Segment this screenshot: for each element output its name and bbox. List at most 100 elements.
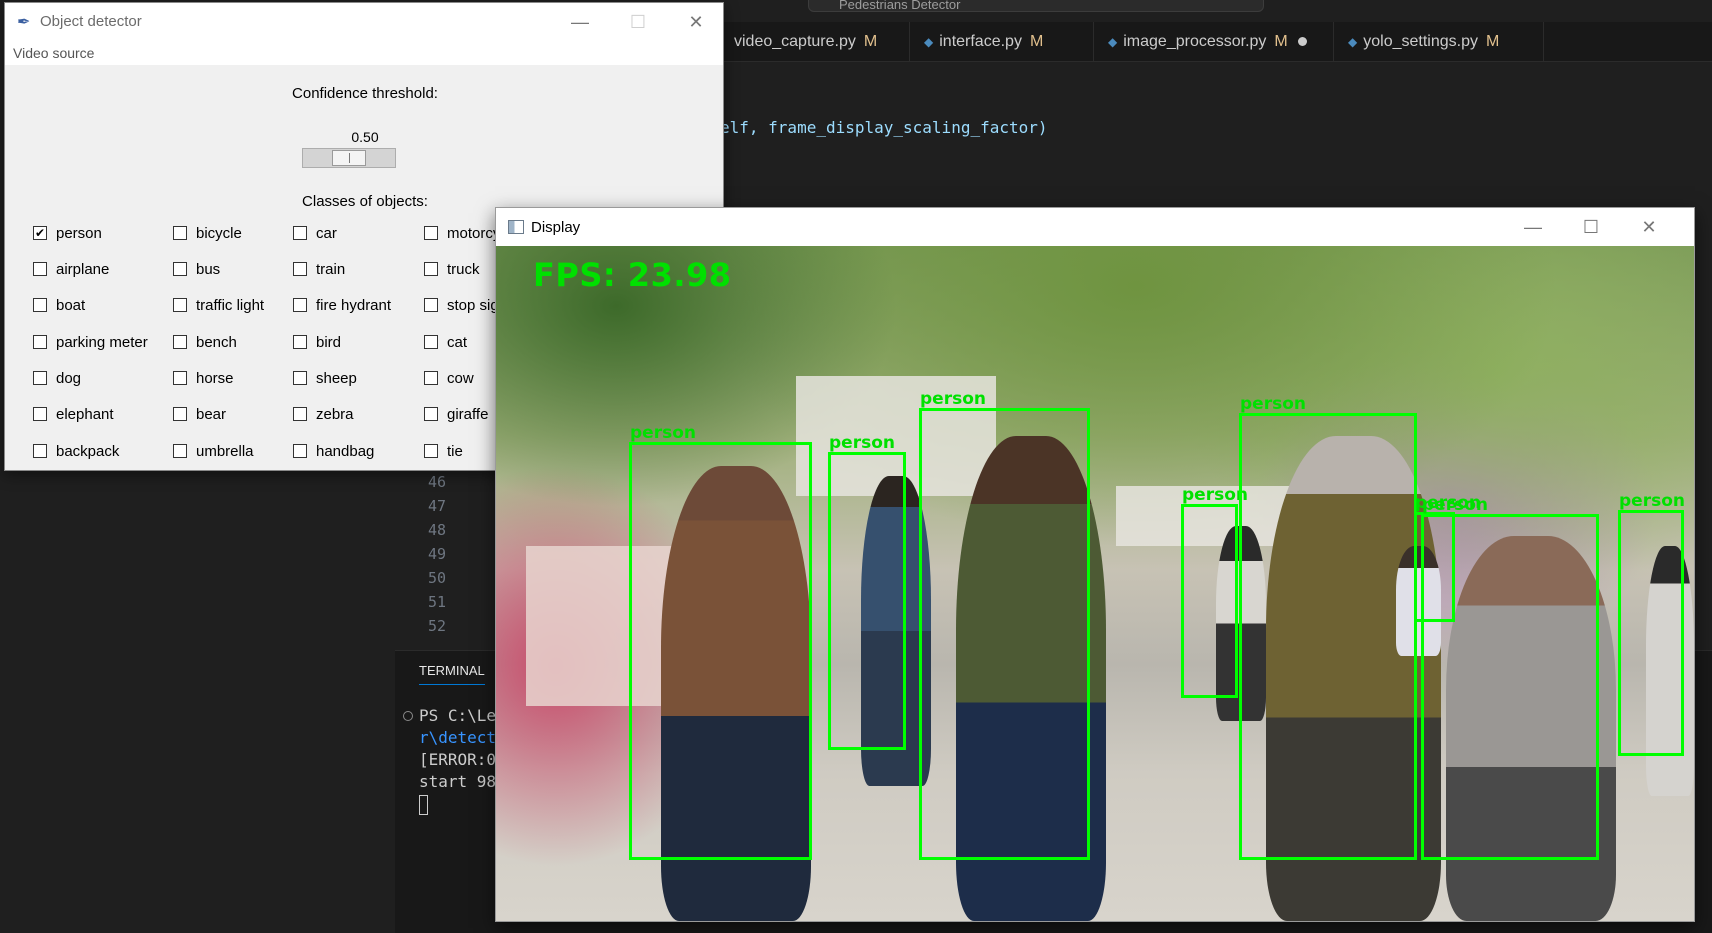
minimize-button[interactable]: — xyxy=(1504,208,1562,246)
display-window: Display — ☐ ✕ FPS: 23.98 person person p… xyxy=(495,207,1695,922)
checkbox[interactable] xyxy=(33,262,47,276)
checkbox[interactable] xyxy=(293,371,307,385)
terminal-line: r\detecto xyxy=(419,728,506,747)
checkbox[interactable] xyxy=(173,226,187,240)
checkbox[interactable] xyxy=(173,444,187,458)
tab-image-processor[interactable]: ◆ image_processor.py M xyxy=(1094,22,1334,62)
code-line: elf, frame_display_scaling_factor) xyxy=(720,118,1048,137)
detection-box: person xyxy=(629,423,812,860)
checkbox[interactable] xyxy=(293,298,307,312)
menu-video-source[interactable]: Video source xyxy=(13,45,94,61)
checkbox[interactable] xyxy=(33,407,47,421)
tab-video-capture[interactable]: video_capture.py M xyxy=(720,22,910,62)
checkbox-label: bear xyxy=(196,406,227,423)
checkbox[interactable] xyxy=(173,298,187,312)
terminal-line: [ERROR:0@ xyxy=(419,750,506,769)
checkbox[interactable] xyxy=(424,407,438,421)
minimize-icon: — xyxy=(1524,217,1542,237)
checkbox[interactable] xyxy=(424,444,438,458)
checkbox-label: stop sig xyxy=(447,297,499,314)
tab-interface[interactable]: ◆ interface.py M xyxy=(910,22,1094,62)
terminal-status-icon xyxy=(403,711,413,721)
checkbox[interactable] xyxy=(173,371,187,385)
window-title: Object detector xyxy=(40,13,142,30)
display-titlebar[interactable]: Display — ☐ ✕ xyxy=(496,208,1694,246)
checkbox[interactable] xyxy=(173,262,187,276)
editor-tabs: video_capture.py M ◆ interface.py M ◆ image_… xyxy=(720,22,1712,62)
line-number: 52 xyxy=(428,617,447,635)
terminal-cursor xyxy=(419,794,428,815)
close-button[interactable]: ✕ xyxy=(667,3,725,41)
checkbox[interactable] xyxy=(173,335,187,349)
detector-titlebar[interactable]: ✒ Object detector — ☐ ✕ xyxy=(5,3,723,41)
checkbox[interactable] xyxy=(424,371,438,385)
checkbox[interactable] xyxy=(424,262,438,276)
tab-yolo-settings[interactable]: ◆ yolo_settings.py M xyxy=(1334,22,1544,62)
close-icon: ✕ xyxy=(1641,217,1657,237)
checkbox-label: elephant xyxy=(56,406,114,423)
detection-label: person xyxy=(630,423,696,443)
checkbox[interactable] xyxy=(293,444,307,458)
checkbox-label: cat xyxy=(447,334,468,351)
checkbox-label: giraffe xyxy=(447,406,489,423)
terminal-line: start 985 xyxy=(419,772,506,791)
feather-icon: ✒ xyxy=(17,14,31,31)
checkbox-label: handbag xyxy=(316,443,375,460)
tab-label: yolo_settings.py xyxy=(1363,33,1478,50)
detection-box: person xyxy=(1181,485,1248,698)
menu-bar: Video source xyxy=(5,41,723,65)
detection-box: person xyxy=(1421,495,1599,860)
maximize-button[interactable]: ☐ xyxy=(1562,208,1620,246)
maximize-icon: ☐ xyxy=(629,12,647,32)
minimize-button[interactable]: — xyxy=(551,3,609,41)
line-number: 47 xyxy=(428,497,447,515)
checkbox-label: boat xyxy=(56,297,86,314)
tab-terminal[interactable]: TERMINAL xyxy=(419,663,485,685)
line-number: 50 xyxy=(428,569,447,587)
checkbox[interactable] xyxy=(424,335,438,349)
checkbox-label: bench xyxy=(196,334,237,351)
line-number: 49 xyxy=(428,545,447,563)
checkbox[interactable] xyxy=(33,335,47,349)
checkbox-label: person xyxy=(56,225,102,242)
maximize-button[interactable]: ☐ xyxy=(609,3,667,41)
checkbox-label: motorcy xyxy=(447,225,501,242)
checkbox[interactable] xyxy=(424,298,438,312)
tab-label: image_processor.py xyxy=(1123,33,1267,50)
close-icon: ✕ xyxy=(688,12,704,32)
checkbox[interactable] xyxy=(33,298,47,312)
checkbox[interactable] xyxy=(173,407,187,421)
line-number: 48 xyxy=(428,521,447,539)
checkbox[interactable] xyxy=(33,444,47,458)
detection-box: person xyxy=(919,389,1090,860)
close-button[interactable]: ✕ xyxy=(1620,208,1678,246)
tab-modified-badge: M xyxy=(1029,33,1044,50)
python-file-icon: ◆ xyxy=(1108,35,1118,49)
checkbox-label: airplane xyxy=(56,261,110,278)
checkbox[interactable] xyxy=(293,407,307,421)
confidence-value: 0.50 xyxy=(351,129,379,145)
checkbox[interactable] xyxy=(424,226,438,240)
checkbox-label: cow xyxy=(447,370,474,387)
checkbox[interactable] xyxy=(33,371,47,385)
slider-thumb[interactable] xyxy=(332,150,366,166)
checkbox-label: sheep xyxy=(316,370,357,387)
tab-modified-badge: M xyxy=(1485,33,1500,50)
command-center-search[interactable]: Pedestrians Detector xyxy=(808,0,1264,12)
python-file-icon: ◆ xyxy=(924,35,934,49)
confidence-slider[interactable] xyxy=(302,148,396,168)
checkbox-label: truck xyxy=(447,261,480,278)
checkbox-label: umbrella xyxy=(196,443,254,460)
checkbox[interactable] xyxy=(293,226,307,240)
checkbox-label: bird xyxy=(316,334,342,351)
checkbox[interactable]: ✔ xyxy=(33,226,47,240)
unsaved-dot-icon xyxy=(1297,37,1307,47)
video-frame: FPS: 23.98 person person person person p… xyxy=(496,246,1694,921)
terminal-output[interactable]: PS C:\Lea r\detecto [ERROR:0@ start 985 xyxy=(419,705,506,815)
checkbox[interactable] xyxy=(293,335,307,349)
checkbox-label: horse xyxy=(196,370,234,387)
checkbox-label: traffic light xyxy=(196,297,265,314)
maximize-icon: ☐ xyxy=(1582,217,1600,237)
fps-counter: FPS: 23.98 xyxy=(533,256,732,294)
checkbox[interactable] xyxy=(293,262,307,276)
